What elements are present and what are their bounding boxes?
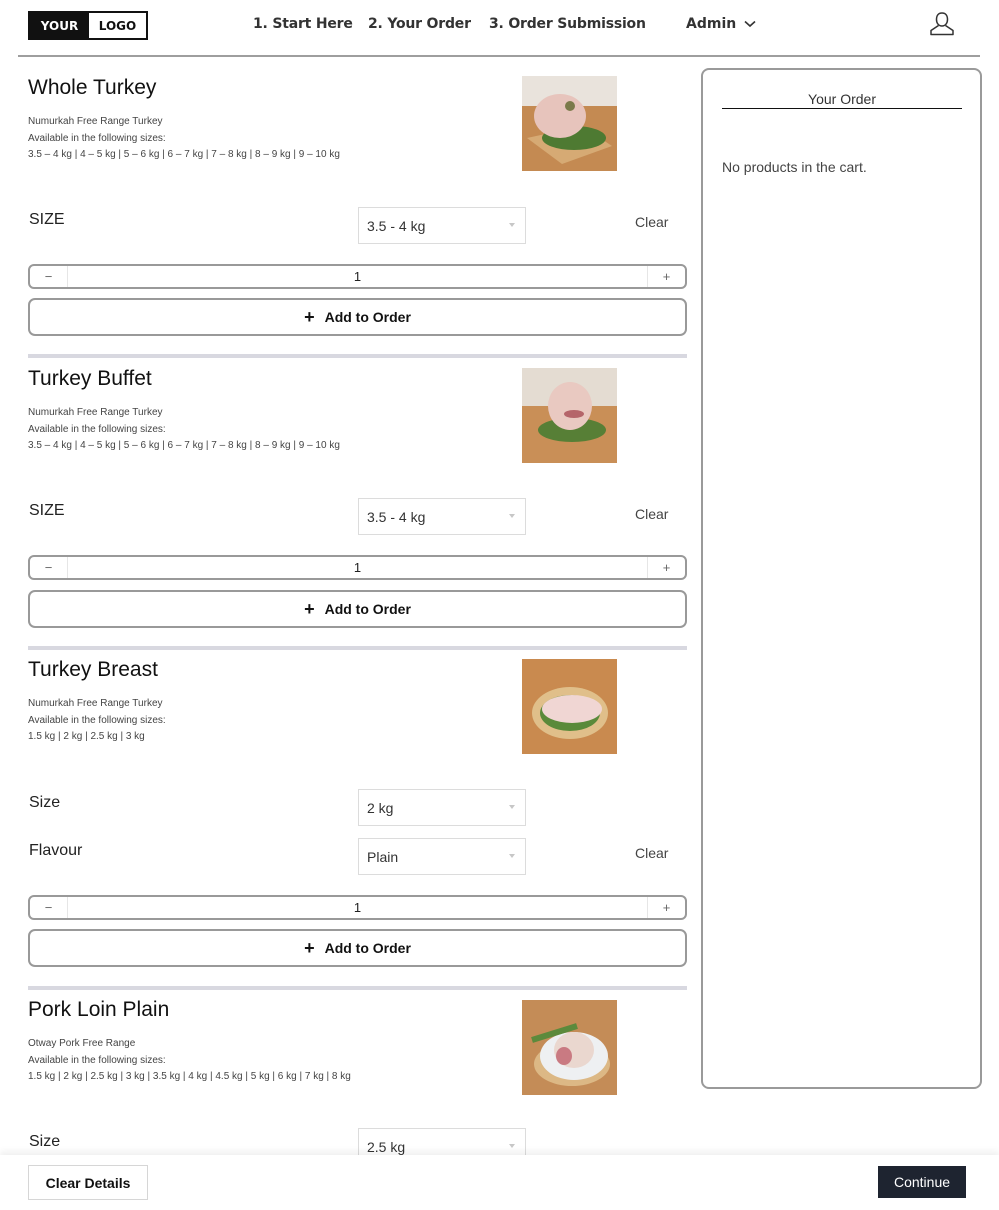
increment-button[interactable]: + <box>647 266 685 287</box>
dropdown-caret-icon <box>509 1144 515 1148</box>
quantity-input[interactable]: 1 <box>68 266 647 287</box>
product-title: Turkey Buffet <box>28 367 152 390</box>
product-description: Numurkah Free Range Turkey Available in … <box>28 696 166 746</box>
option-label-size: Size <box>29 1133 61 1150</box>
top-header: YOUR LOGO 1. Start Here 2. Your Order 3.… <box>0 0 999 58</box>
dropdown-caret-icon <box>509 223 515 227</box>
product-sizes-intro: Available in the following sizes: <box>28 423 166 435</box>
product-sizes: 1.5 kg | 2 kg | 2.5 kg | 3 kg | 3.5 kg |… <box>28 1071 351 1082</box>
size-select-value: 2.5 kg <box>367 1139 406 1155</box>
add-to-order-label: Add to Order <box>324 309 411 325</box>
user-icon[interactable] <box>928 10 956 38</box>
nav-your-order[interactable]: 2. Your Order <box>368 16 471 32</box>
order-summary-panel: Your Order No products in the cart. <box>701 68 982 1089</box>
dropdown-caret-icon <box>509 805 515 809</box>
add-to-order-label: Add to Order <box>324 601 411 617</box>
product-sizes-intro: Available in the following sizes: <box>28 714 166 726</box>
product-sizes-intro: Available in the following sizes: <box>28 132 166 144</box>
option-label-size: Size <box>29 794 61 811</box>
logo[interactable]: YOUR LOGO <box>28 11 148 40</box>
plus-icon: + <box>304 938 315 958</box>
quantity-input[interactable]: 1 <box>68 897 647 918</box>
nav-start-here[interactable]: 1. Start Here <box>253 16 353 32</box>
add-to-order-label: Add to Order <box>324 940 411 956</box>
nav-order-submission[interactable]: 3. Order Submission <box>489 16 646 32</box>
product-description: Numurkah Free Range Turkey Available in … <box>28 405 340 455</box>
header-divider <box>18 55 980 57</box>
clear-details-button[interactable]: Clear Details <box>28 1165 148 1200</box>
quantity-stepper[interactable]: − 1 + <box>28 264 687 289</box>
product-sizes: 3.5 – 4 kg | 4 – 5 kg | 5 – 6 kg | 6 – 7… <box>28 440 340 451</box>
product-title: Turkey Breast <box>28 658 158 681</box>
option-label-flavour: Flavour <box>29 842 83 859</box>
quantity-input[interactable]: 1 <box>68 557 647 578</box>
continue-button[interactable]: Continue <box>878 1166 966 1198</box>
logo-part-2: LOGO <box>89 13 146 38</box>
product-supplier: Numurkah Free Range Turkey <box>28 116 163 127</box>
product-divider <box>28 986 687 990</box>
product-title: Whole Turkey <box>28 76 157 99</box>
product-divider <box>28 646 687 650</box>
decrement-button[interactable]: − <box>30 266 68 287</box>
size-select-value: 3.5 - 4 kg <box>367 509 426 525</box>
product-divider <box>28 354 687 358</box>
option-label-size: SIZE <box>29 211 65 228</box>
dropdown-caret-icon <box>509 514 515 518</box>
flavour-select-value: Plain <box>367 849 399 865</box>
admin-label: Admin <box>686 16 737 32</box>
size-select[interactable]: 3.5 - 4 kg <box>358 498 526 535</box>
quantity-stepper[interactable]: − 1 + <box>28 895 687 920</box>
footer-bar: Clear Details Continue <box>0 1155 999 1210</box>
product-description: Otway Pork Free Range Available in the f… <box>28 1036 351 1086</box>
product-supplier: Numurkah Free Range Turkey <box>28 407 163 418</box>
product-image <box>522 76 617 171</box>
increment-button[interactable]: + <box>647 897 685 918</box>
increment-button[interactable]: + <box>647 557 685 578</box>
size-select-value: 2 kg <box>367 800 394 816</box>
logo-part-1: YOUR <box>30 13 89 38</box>
quantity-stepper[interactable]: − 1 + <box>28 555 687 580</box>
add-to-order-button[interactable]: + Add to Order <box>28 929 687 967</box>
chevron-down-icon <box>744 20 756 28</box>
size-select[interactable]: 2 kg <box>358 789 526 826</box>
flavour-select[interactable]: Plain <box>358 838 526 875</box>
product-card: Turkey Buffet Numurkah Free Range Turkey… <box>28 367 687 650</box>
option-label-size: SIZE <box>29 502 65 519</box>
add-to-order-button[interactable]: + Add to Order <box>28 298 687 336</box>
product-image <box>522 1000 617 1095</box>
product-description: Numurkah Free Range Turkey Available in … <box>28 114 340 164</box>
product-image <box>522 368 617 463</box>
size-select[interactable]: 3.5 - 4 kg <box>358 207 526 244</box>
size-select-value: 3.5 - 4 kg <box>367 218 426 234</box>
order-summary-title: Your Order <box>722 91 962 109</box>
decrement-button[interactable]: − <box>30 557 68 578</box>
admin-menu[interactable]: Admin <box>686 16 756 32</box>
product-card: Pork Loin Plain Otway Pork Free Range Av… <box>28 998 687 1165</box>
product-sizes: 1.5 kg | 2 kg | 2.5 kg | 3 kg <box>28 731 145 742</box>
product-title: Pork Loin Plain <box>28 998 170 1021</box>
product-sizes-intro: Available in the following sizes: <box>28 1054 166 1066</box>
plus-icon: + <box>304 307 315 327</box>
cart-empty-message: No products in the cart. <box>722 159 867 175</box>
product-image <box>522 659 617 754</box>
product-card: Whole Turkey Numurkah Free Range Turkey … <box>28 76 687 358</box>
product-sizes: 3.5 – 4 kg | 4 – 5 kg | 5 – 6 kg | 6 – 7… <box>28 149 340 160</box>
product-supplier: Otway Pork Free Range <box>28 1038 136 1049</box>
product-card: Turkey Breast Numurkah Free Range Turkey… <box>28 658 687 990</box>
clear-link[interactable]: Clear <box>635 214 668 230</box>
decrement-button[interactable]: − <box>30 897 68 918</box>
clear-link[interactable]: Clear <box>635 845 668 861</box>
plus-icon: + <box>304 599 315 619</box>
product-supplier: Numurkah Free Range Turkey <box>28 698 163 709</box>
clear-link[interactable]: Clear <box>635 506 668 522</box>
add-to-order-button[interactable]: + Add to Order <box>28 590 687 628</box>
dropdown-caret-icon <box>509 854 515 858</box>
